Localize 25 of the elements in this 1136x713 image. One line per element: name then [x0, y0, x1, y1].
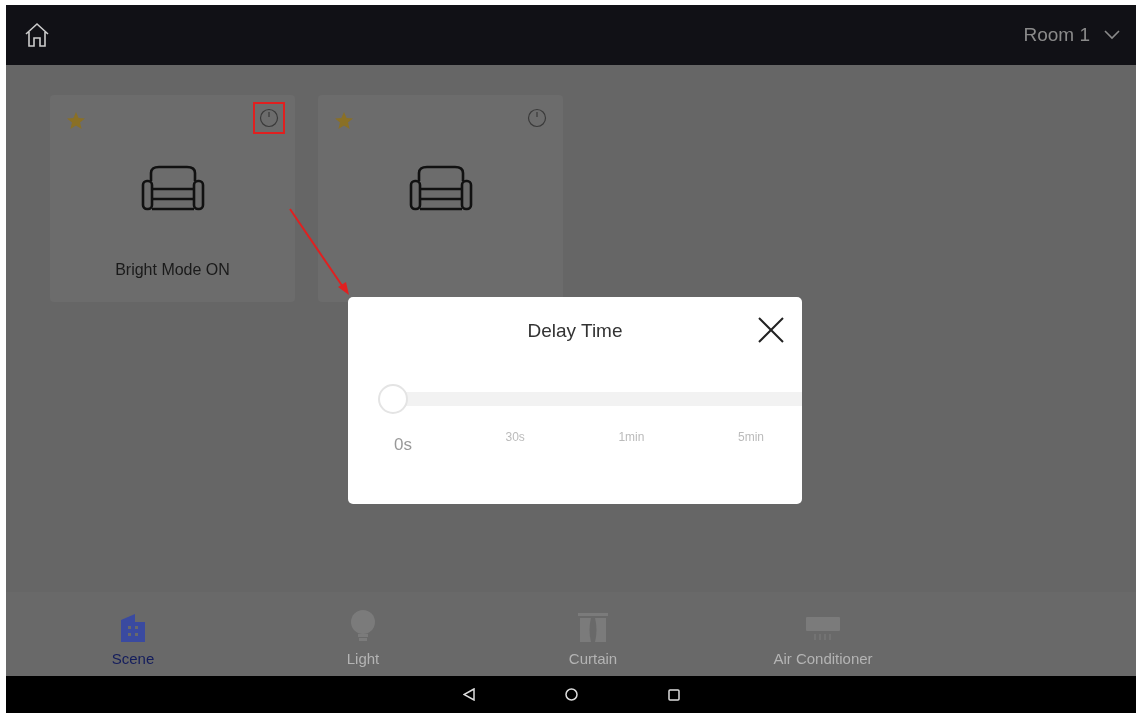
room-selector[interactable]: Room 1	[1023, 20, 1120, 50]
home-circle-icon[interactable]	[564, 688, 578, 701]
chevron-down-icon	[1104, 30, 1120, 40]
scene-card[interactable]: Bright Mode ON	[50, 95, 295, 302]
sofa-icon	[140, 165, 205, 211]
tab[interactable]: Air Conditioner	[708, 592, 938, 676]
tick-label[interactable]: 5min	[738, 427, 764, 457]
tick-label[interactable]: 30s	[505, 427, 525, 457]
close-icon[interactable]	[758, 317, 784, 343]
home-icon[interactable]	[24, 22, 50, 48]
slider-thumb[interactable]	[378, 383, 408, 414]
recents-icon[interactable]	[667, 688, 680, 701]
building-icon	[119, 611, 147, 642]
star-icon[interactable]	[334, 111, 354, 131]
tab[interactable]: Scene	[18, 592, 248, 676]
scene-name: Bright Mode ON	[115, 260, 230, 280]
tick-label[interactable]: 0s	[394, 431, 412, 457]
tab[interactable]: Light	[248, 592, 478, 676]
back-icon[interactable]	[462, 688, 475, 701]
star-icon[interactable]	[66, 111, 86, 131]
tick-label[interactable]: 1min	[618, 427, 645, 457]
sofa-icon	[408, 165, 473, 211]
tab[interactable]: Curtain	[478, 592, 708, 676]
scene-card[interactable]	[318, 95, 563, 302]
dialog-title: Delay Time	[526, 319, 624, 343]
